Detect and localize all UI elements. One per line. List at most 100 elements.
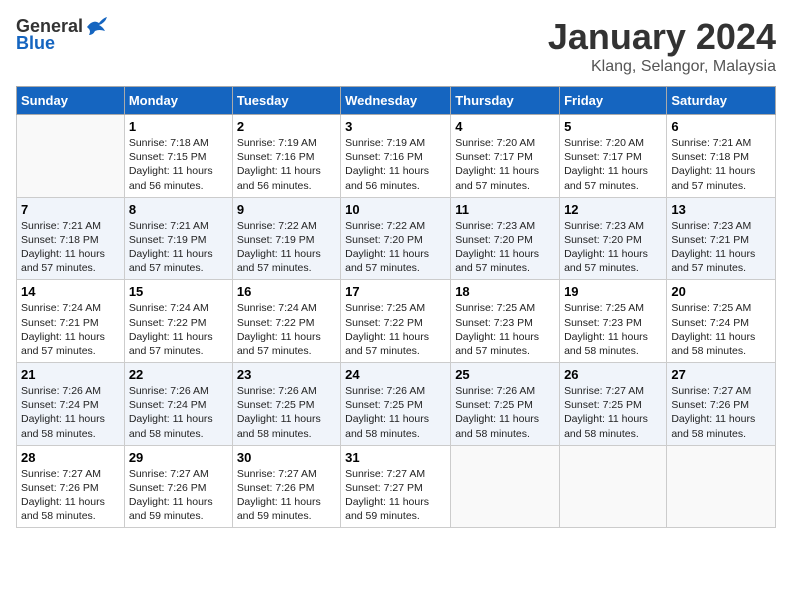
calendar-cell: 19Sunrise: 7:25 AMSunset: 7:23 PMDayligh… [560, 280, 667, 363]
cell-info: Sunrise: 7:23 AMSunset: 7:21 PMDaylight:… [671, 219, 771, 276]
logo-blue-text: Blue [16, 33, 55, 54]
day-number: 9 [237, 202, 336, 217]
day-number: 3 [345, 119, 446, 134]
day-number: 29 [129, 450, 228, 465]
day-number: 8 [129, 202, 228, 217]
calendar-cell: 17 Sunrise: 7:25 AMSunset: 7:22 PMDayligh… [341, 280, 451, 363]
day-number: 24 [345, 367, 446, 382]
cell-info: Sunrise: 7:19 AMSunset: 7:16 PMDaylight:… [237, 136, 336, 193]
day-number: 13 [671, 202, 771, 217]
calendar-cell: 21Sunrise: 7:26 AMSunset: 7:24 PMDayligh… [17, 363, 125, 446]
cell-info: Sunrise: 7:21 AMSunset: 7:18 PMDaylight:… [671, 136, 771, 193]
cell-info: Sunrise: 7:18 AMSunset: 7:15 PMDaylight:… [129, 136, 228, 193]
day-number: 11 [455, 202, 555, 217]
header: General Blue January 2024 Klang, Selango… [16, 16, 776, 76]
cell-info: Sunrise: 7:25 AMSunset: 7:24 PMDaylight:… [671, 301, 771, 358]
calendar-cell [451, 445, 560, 528]
calendar-cell: 8 Sunrise: 7:21 AMSunset: 7:19 PMDaylight… [124, 197, 232, 280]
logo-bird-icon [85, 17, 107, 35]
day-number: 17 [345, 284, 446, 299]
table-row: 21Sunrise: 7:26 AMSunset: 7:24 PMDayligh… [17, 363, 776, 446]
calendar-cell: 3 Sunrise: 7:19 AMSunset: 7:16 PMDaylight… [341, 115, 451, 198]
calendar-cell: 31 Sunrise: 7:27 AMSunset: 7:27 PMDayligh… [341, 445, 451, 528]
col-friday: Friday [560, 87, 667, 115]
col-saturday: Saturday [667, 87, 776, 115]
calendar-cell: 4 Sunrise: 7:20 AMSunset: 7:17 PMDaylight… [451, 115, 560, 198]
cell-info: Sunrise: 7:25 AMSunset: 7:22 PMDaylight:… [345, 301, 446, 358]
calendar-subtitle: Klang, Selangor, Malaysia [548, 58, 776, 76]
cell-info: Sunrise: 7:27 AMSunset: 7:26 PMDaylight:… [129, 467, 228, 524]
table-row: 7 Sunrise: 7:21 AMSunset: 7:18 PMDaylight… [17, 197, 776, 280]
day-number: 4 [455, 119, 555, 134]
col-monday: Monday [124, 87, 232, 115]
calendar-cell: 13 Sunrise: 7:23 AMSunset: 7:21 PMDayligh… [667, 197, 776, 280]
day-number: 31 [345, 450, 446, 465]
cell-info: Sunrise: 7:20 AMSunset: 7:17 PMDaylight:… [455, 136, 555, 193]
calendar-cell: 23Sunrise: 7:26 AMSunset: 7:25 PMDayligh… [232, 363, 340, 446]
calendar-cell: 12 Sunrise: 7:23 AMSunset: 7:20 PMDayligh… [560, 197, 667, 280]
calendar-cell: 5 Sunrise: 7:20 AMSunset: 7:17 PMDaylight… [560, 115, 667, 198]
col-sunday: Sunday [17, 87, 125, 115]
calendar-cell: 15 Sunrise: 7:24 AMSunset: 7:22 PMDayligh… [124, 280, 232, 363]
day-number: 25 [455, 367, 555, 382]
cell-info: Sunrise: 7:24 AMSunset: 7:21 PMDaylight:… [21, 301, 120, 358]
calendar-cell: 28Sunrise: 7:27 AMSunset: 7:26 PMDayligh… [17, 445, 125, 528]
cell-info: Sunrise: 7:27 AMSunset: 7:25 PMDaylight:… [564, 384, 662, 441]
table-row: 28 Sunrise: 7:27 AMSunset: 7:26 PMDayligh… [17, 445, 776, 528]
calendar-table: Sunday Monday Tuesday Wednesday Thursday… [16, 86, 776, 528]
day-number: 5 [564, 119, 662, 134]
calendar-cell: 10Sunrise: 7:22 AMSunset: 7:20 PMDayligh… [341, 197, 451, 280]
cell-info: Sunrise: 7:21 AMSunset: 7:19 PMDaylight:… [129, 219, 228, 276]
cell-info: Sunrise: 7:22 AMSunset: 7:19 PMDaylight:… [237, 219, 336, 276]
day-number: 22 [129, 367, 228, 382]
day-number: 7 [21, 202, 120, 217]
cell-info: Sunrise: 7:22 AMSunset: 7:20 PMDaylight:… [345, 219, 446, 276]
day-number: 21 [21, 367, 120, 382]
calendar-cell: 14Sunrise: 7:24 AMSunset: 7:21 PMDayligh… [17, 280, 125, 363]
cell-info: Sunrise: 7:27 AMSunset: 7:26 PMDaylight:… [671, 384, 771, 441]
day-number: 18 [455, 284, 555, 299]
calendar-cell: 6 Sunrise: 7:21 AMSunset: 7:18 PMDaylight… [667, 115, 776, 198]
table-row: 14Sunrise: 7:24 AMSunset: 7:21 PMDayligh… [17, 280, 776, 363]
day-number: 26 [564, 367, 662, 382]
calendar-cell: 11Sunrise: 7:23 AMSunset: 7:20 PMDayligh… [451, 197, 560, 280]
col-wednesday: Wednesday [341, 87, 451, 115]
calendar-cell [17, 115, 125, 198]
cell-info: Sunrise: 7:20 AMSunset: 7:17 PMDaylight:… [564, 136, 662, 193]
header-row: Sunday Monday Tuesday Wednesday Thursday… [17, 87, 776, 115]
cell-info: Sunrise: 7:24 AMSunset: 7:22 PMDaylight:… [237, 301, 336, 358]
day-number: 15 [129, 284, 228, 299]
cell-info: Sunrise: 7:27 AMSunset: 7:27 PMDaylight:… [345, 467, 446, 524]
logo: General Blue [16, 16, 107, 54]
cell-info: Sunrise: 7:19 AMSunset: 7:16 PMDaylight:… [345, 136, 446, 193]
cell-info: Sunrise: 7:23 AMSunset: 7:20 PMDaylight:… [564, 219, 662, 276]
calendar-cell: 20 Sunrise: 7:25 AMSunset: 7:24 PMDayligh… [667, 280, 776, 363]
day-number: 6 [671, 119, 771, 134]
calendar-cell [667, 445, 776, 528]
calendar-cell: 9 Sunrise: 7:22 AMSunset: 7:19 PMDaylight… [232, 197, 340, 280]
cell-info: Sunrise: 7:25 AMSunset: 7:23 PMDaylight:… [455, 301, 555, 358]
calendar-cell: 2Sunrise: 7:19 AMSunset: 7:16 PMDaylight… [232, 115, 340, 198]
calendar-cell: 16 Sunrise: 7:24 AMSunset: 7:22 PMDayligh… [232, 280, 340, 363]
day-number: 12 [564, 202, 662, 217]
cell-info: Sunrise: 7:27 AMSunset: 7:26 PMDaylight:… [237, 467, 336, 524]
cell-info: Sunrise: 7:21 AMSunset: 7:18 PMDaylight:… [21, 219, 120, 276]
cell-info: Sunrise: 7:24 AMSunset: 7:22 PMDaylight:… [129, 301, 228, 358]
col-tuesday: Tuesday [232, 87, 340, 115]
day-number: 27 [671, 367, 771, 382]
calendar-title: January 2024 [548, 16, 776, 58]
day-number: 16 [237, 284, 336, 299]
calendar-cell: 22Sunrise: 7:26 AMSunset: 7:24 PMDayligh… [124, 363, 232, 446]
cell-info: Sunrise: 7:26 AMSunset: 7:25 PMDaylight:… [345, 384, 446, 441]
table-row: 1 Sunrise: 7:18 AMSunset: 7:15 PMDaylight… [17, 115, 776, 198]
calendar-cell: 18 Sunrise: 7:25 AMSunset: 7:23 PMDayligh… [451, 280, 560, 363]
calendar-cell: 26 Sunrise: 7:27 AMSunset: 7:25 PMDayligh… [560, 363, 667, 446]
calendar-cell [560, 445, 667, 528]
calendar-cell: 29 Sunrise: 7:27 AMSunset: 7:26 PMDayligh… [124, 445, 232, 528]
col-thursday: Thursday [451, 87, 560, 115]
calendar-cell: 1 Sunrise: 7:18 AMSunset: 7:15 PMDaylight… [124, 115, 232, 198]
day-number: 28 [21, 450, 120, 465]
day-number: 20 [671, 284, 771, 299]
day-number: 1 [129, 119, 228, 134]
cell-info: Sunrise: 7:26 AMSunset: 7:25 PMDaylight:… [237, 384, 336, 441]
